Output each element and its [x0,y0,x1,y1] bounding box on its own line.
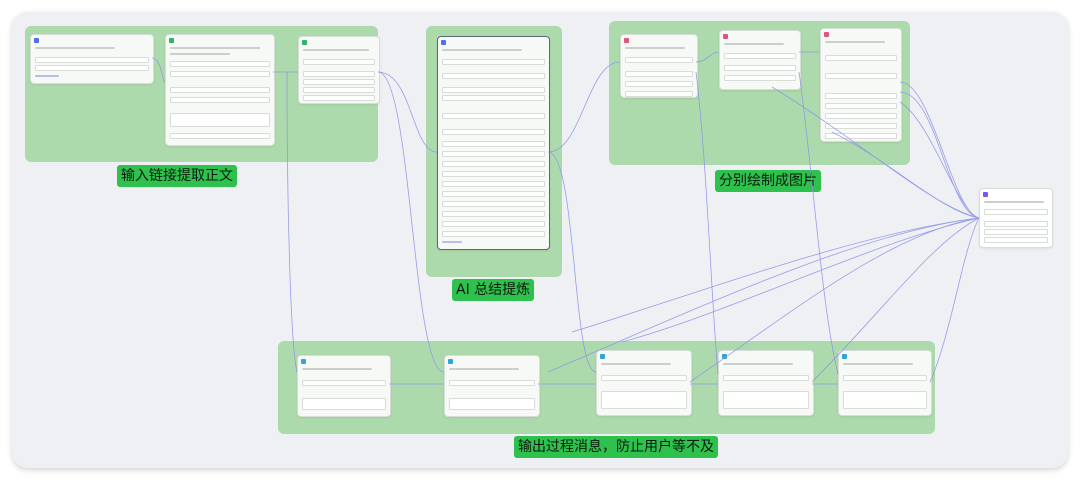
wire [547,217,980,373]
connection-wires [151,51,980,385]
wire [621,217,980,343]
wire [695,51,720,63]
wire [899,91,980,219]
wire [695,71,719,375]
wire [286,71,298,373]
wire [831,131,980,219]
wire [929,217,980,383]
wire [377,71,445,373]
wire [771,86,980,219]
wire [377,71,438,153]
wire [899,81,980,219]
wire [151,57,166,83]
wire [547,61,621,153]
wire [547,151,597,373]
workflow-canvas[interactable]: 输入链接提取正文 AI 总结提炼 分别绘制成图片 输出过程消息，防止用户等不及 [12,12,1068,468]
